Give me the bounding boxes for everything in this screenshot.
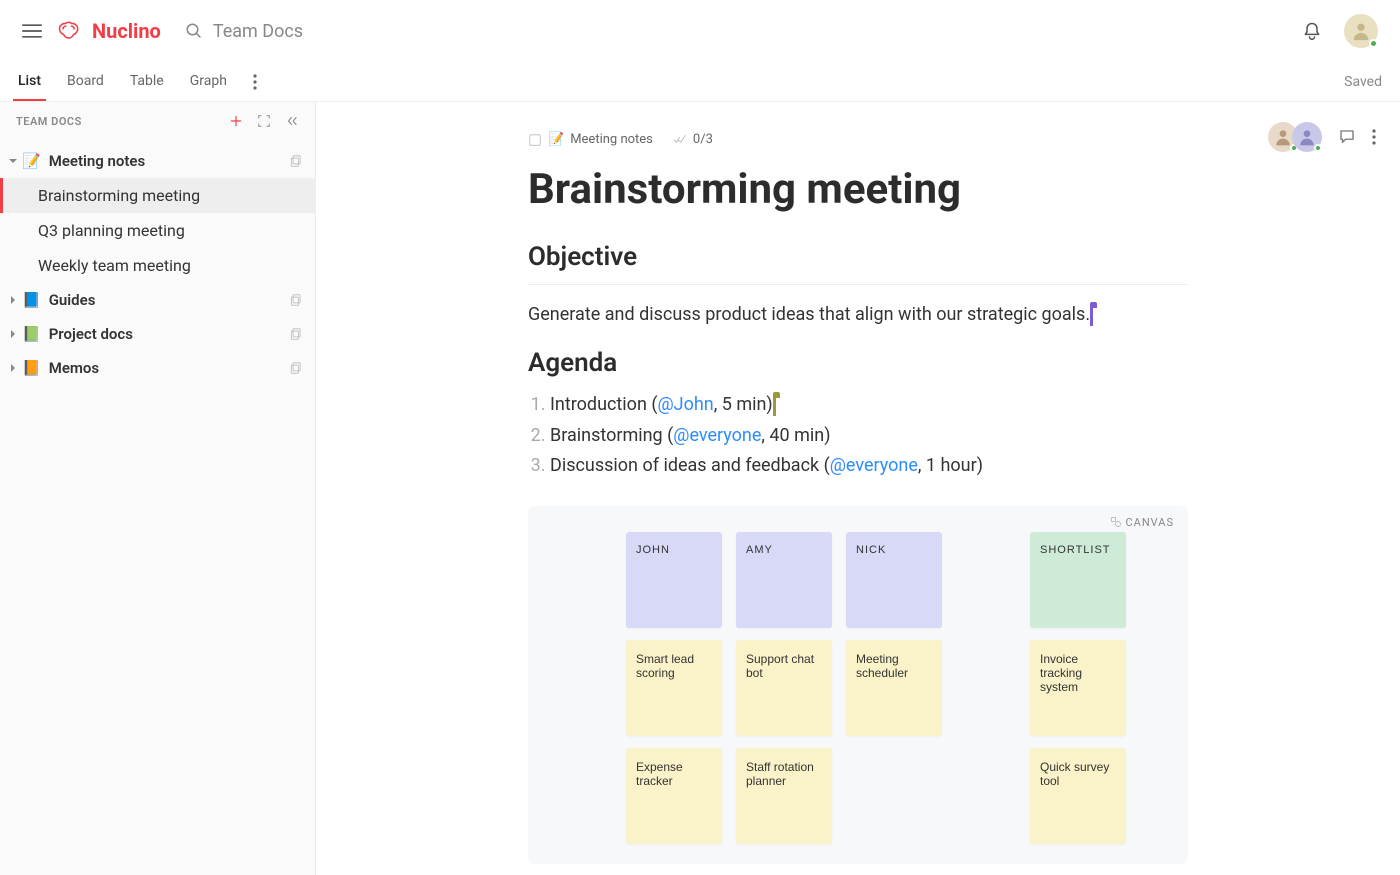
mention[interactable]: @everyone bbox=[673, 425, 761, 446]
tab-table[interactable]: Table bbox=[130, 73, 164, 101]
sidebar-item-project-docs[interactable]: 📗 Project docs bbox=[0, 317, 315, 351]
canvas-note[interactable]: Smart lead scoring bbox=[626, 640, 722, 736]
search-placeholder: Team Docs bbox=[213, 21, 303, 42]
sidebar-item-label: Q3 planning meeting bbox=[38, 221, 185, 240]
sidebar-item-weekly-meeting[interactable]: Weekly team meeting bbox=[0, 248, 315, 283]
chevron-right-icon bbox=[8, 329, 18, 339]
tab-graph[interactable]: Graph bbox=[190, 73, 227, 101]
expand-icon[interactable] bbox=[257, 114, 271, 128]
canvas-note[interactable]: Quick survey tool bbox=[1030, 748, 1126, 844]
breadcrumb[interactable]: 📝 Meeting notes bbox=[528, 132, 653, 147]
search-icon bbox=[185, 22, 203, 40]
tab-board[interactable]: Board bbox=[67, 73, 104, 101]
brand-name: Nuclino bbox=[92, 19, 161, 43]
doc-more-icon[interactable] bbox=[1372, 129, 1376, 145]
book-blue-icon: 📘 bbox=[22, 291, 41, 309]
checklist-counter[interactable]: 0/3 bbox=[673, 132, 713, 147]
search-input[interactable]: Team Docs bbox=[185, 21, 303, 42]
page-title[interactable]: Brainstorming meeting bbox=[528, 165, 1188, 214]
objective-text[interactable]: Generate and discuss product ideas that … bbox=[528, 301, 1188, 328]
agenda-heading[interactable]: Agenda bbox=[528, 348, 1188, 378]
copy-icon[interactable] bbox=[289, 327, 303, 341]
canvas-type-label: CANVAS bbox=[1110, 516, 1175, 529]
document-body[interactable]: 📝 Meeting notes 0/3 Brainstorming meetin… bbox=[478, 102, 1238, 875]
pencil-icon: 📝 bbox=[22, 152, 41, 170]
hamburger-menu-icon[interactable] bbox=[22, 23, 42, 39]
sidebar-item-q3-planning[interactable]: Q3 planning meeting bbox=[0, 213, 315, 248]
canvas-note[interactable]: Invoice tracking system bbox=[1030, 640, 1126, 736]
collaborator-cursor bbox=[1090, 304, 1093, 326]
canvas-note[interactable]: NICK bbox=[846, 532, 942, 628]
list-item[interactable]: Introduction (@John, 5 min) bbox=[550, 390, 1188, 421]
sidebar: TEAM DOCS 📝 Meeting notes Brainstorming … bbox=[0, 102, 316, 875]
book-green-icon: 📗 bbox=[22, 325, 41, 343]
presence-indicator bbox=[1369, 39, 1378, 48]
user-avatar[interactable] bbox=[1344, 14, 1378, 48]
canvas-note[interactable]: AMY bbox=[736, 532, 832, 628]
canvas-block[interactable]: CANVAS JOHN Smart lead scoring Expense t… bbox=[528, 506, 1188, 864]
canvas-note[interactable]: SHORTLIST bbox=[1030, 532, 1126, 628]
sidebar-item-label: Project docs bbox=[49, 325, 133, 343]
list-item[interactable]: Discussion of ideas and feedback (@every… bbox=[550, 451, 1188, 482]
sidebar-item-brainstorming[interactable]: Brainstorming meeting bbox=[0, 178, 315, 213]
collaborator-avatar[interactable] bbox=[1292, 122, 1322, 152]
breadcrumb-label: Meeting notes bbox=[570, 132, 653, 147]
copy-icon[interactable] bbox=[289, 154, 303, 168]
notifications-icon[interactable] bbox=[1302, 21, 1322, 41]
double-check-icon bbox=[673, 133, 687, 147]
sidebar-item-label: Brainstorming meeting bbox=[38, 186, 200, 205]
sidebar-title: TEAM DOCS bbox=[16, 115, 215, 128]
tab-list[interactable]: List bbox=[18, 73, 41, 101]
brand-logo[interactable]: Nuclino bbox=[56, 19, 161, 43]
save-status: Saved bbox=[1344, 74, 1382, 90]
copy-icon[interactable] bbox=[289, 361, 303, 375]
checkbox-icon bbox=[528, 133, 542, 147]
canvas-note[interactable]: Support chat bot bbox=[736, 640, 832, 736]
book-orange-icon: 📙 bbox=[22, 359, 41, 377]
objective-heading[interactable]: Objective bbox=[528, 242, 1188, 272]
presence-avatars[interactable] bbox=[1274, 122, 1322, 152]
canvas-note[interactable]: Meeting scheduler bbox=[846, 640, 942, 736]
collaborator-cursor bbox=[773, 394, 776, 416]
canvas-note[interactable]: Staff rotation planner bbox=[736, 748, 832, 844]
checklist-value: 0/3 bbox=[693, 132, 713, 147]
sidebar-item-label: Meeting notes bbox=[49, 152, 146, 170]
sidebar-item-guides[interactable]: 📘 Guides bbox=[0, 283, 315, 317]
collapse-sidebar-icon[interactable] bbox=[285, 114, 299, 128]
sidebar-item-label: Guides bbox=[49, 291, 96, 309]
agenda-list[interactable]: Introduction (@John, 5 min) Brainstormin… bbox=[550, 390, 1188, 482]
sidebar-item-label: Weekly team meeting bbox=[38, 256, 191, 275]
chevron-right-icon bbox=[8, 363, 18, 373]
person-icon bbox=[1350, 20, 1372, 42]
sidebar-item-memos[interactable]: 📙 Memos bbox=[0, 351, 315, 385]
pencil-icon: 📝 bbox=[548, 132, 564, 147]
copy-icon[interactable] bbox=[289, 293, 303, 307]
add-page-icon[interactable] bbox=[229, 114, 243, 128]
brain-icon bbox=[56, 19, 84, 43]
view-more-icon[interactable] bbox=[253, 74, 257, 90]
mention[interactable]: @John bbox=[658, 394, 714, 415]
sidebar-item-label: Memos bbox=[49, 359, 99, 377]
canvas-note[interactable]: JOHN bbox=[626, 532, 722, 628]
comments-icon[interactable] bbox=[1338, 128, 1356, 146]
shapes-icon bbox=[1110, 516, 1122, 528]
mention[interactable]: @everyone bbox=[830, 455, 918, 476]
canvas-note[interactable]: Expense tracker bbox=[626, 748, 722, 844]
sidebar-item-meeting-notes[interactable]: 📝 Meeting notes bbox=[0, 144, 315, 178]
list-item[interactable]: Brainstorming (@everyone, 40 min) bbox=[550, 421, 1188, 452]
chevron-right-icon bbox=[8, 295, 18, 305]
chevron-down-icon bbox=[8, 156, 18, 166]
